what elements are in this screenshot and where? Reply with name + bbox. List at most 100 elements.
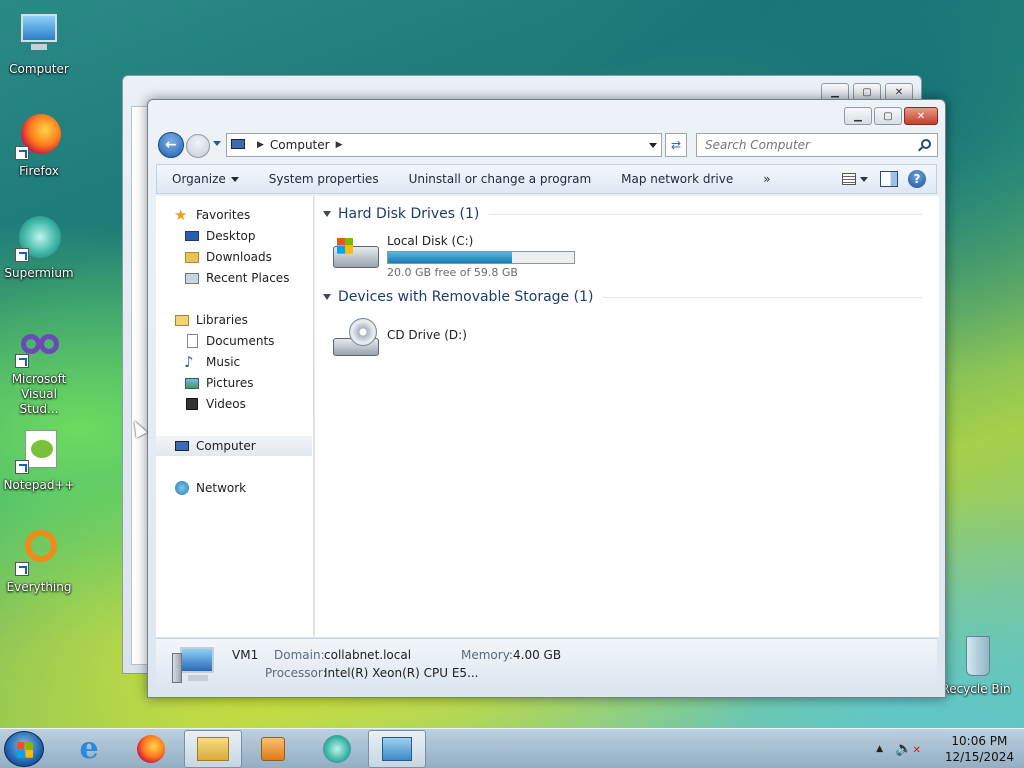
nav-item-favorites[interactable]: ★ Favorites [174, 205, 250, 225]
breadcrumb-separator-icon[interactable]: ▶ [257, 140, 264, 150]
search-input[interactable] [705, 138, 915, 152]
desktop-icon-label: Microsoft Visual Stud... [11, 372, 67, 416]
more-commands-button[interactable]: » [748, 164, 785, 194]
collapse-triangle-icon[interactable] [323, 211, 331, 217]
computer-icon [231, 139, 247, 151]
content-pane: Hard Disk Drives (1) Local Disk (C:) 20.… [315, 196, 939, 637]
taskbar-supermium[interactable] [308, 730, 366, 768]
drive-name: CD Drive (D:) [387, 328, 467, 342]
memory-value: 4.00 GB [513, 648, 562, 662]
show-hidden-icons-icon[interactable]: ▲ [876, 744, 883, 754]
group-header-hard-disks[interactable]: Hard Disk Drives (1) [323, 206, 923, 222]
nav-item-videos[interactable]: Videos [184, 394, 246, 414]
change-view-button[interactable] [840, 169, 870, 189]
drive-local-disk-c[interactable]: Local Disk (C:) 20.0 GB free of 59.8 GB [333, 232, 575, 279]
view-icon [842, 173, 856, 185]
pictures-icon [184, 375, 200, 391]
help-button[interactable]: ? [908, 170, 926, 188]
notepadpp-icon [15, 426, 63, 474]
help-icon: ? [913, 172, 921, 186]
recent-places-icon [184, 270, 200, 286]
chevron-down-icon [860, 177, 868, 182]
group-header-removable[interactable]: Devices with Removable Storage (1) [323, 289, 923, 305]
memory-label: Memory: [461, 648, 513, 662]
back-button[interactable]: ← [158, 132, 184, 158]
collapse-triangle-icon[interactable] [323, 294, 331, 300]
processor-value: Intel(R) Xeon(R) CPU E5... [324, 666, 479, 680]
desktop-icon-label: Notepad++ [3, 478, 75, 492]
desktop-icon-label: Recycle Bin [941, 682, 1011, 696]
refresh-icon: ⇄ [670, 138, 682, 152]
media-player-icon [261, 737, 285, 761]
map-network-drive-button[interactable]: Map network drive [606, 164, 748, 194]
start-button[interactable] [4, 731, 44, 767]
internet-explorer-icon: e [79, 731, 99, 766]
taskbar-internet-explorer[interactable]: e [60, 730, 118, 768]
taskbar-media-player[interactable] [244, 730, 302, 768]
music-icon: ♪ [184, 353, 194, 371]
nav-item-downloads[interactable]: Downloads [184, 247, 272, 267]
uninstall-program-button[interactable]: Uninstall or change a program [394, 164, 607, 194]
drive-usage-fill [388, 252, 512, 263]
star-icon: ★ [174, 206, 188, 224]
desktop-icon-recycle-bin[interactable]: Recycle Bin [936, 632, 1016, 697]
recycle-bin-icon [952, 632, 1000, 678]
cd-drive-icon [333, 316, 383, 360]
desktop-icon-notepadpp[interactable]: Notepad++ [0, 426, 78, 493]
desktop-icon-everything[interactable]: Everything [0, 528, 78, 595]
taskbar: e ▲ 🔈✕ 10:06 PM 12/15/2024 [0, 728, 1024, 768]
clock-time: 10:06 PM [951, 734, 1008, 748]
address-dropdown-icon[interactable] [649, 143, 657, 148]
processor-label: Processor: [265, 666, 327, 680]
supermium-icon [15, 214, 63, 262]
drive-name: Local Disk (C:) [387, 234, 474, 248]
breadcrumb-computer[interactable]: Computer [270, 138, 330, 152]
desktop-icon-computer[interactable]: Computer [0, 10, 78, 77]
nav-item-recent-places[interactable]: Recent Places [184, 268, 289, 288]
desktop-icon-label: Firefox [19, 164, 59, 178]
nav-item-documents[interactable]: Documents [184, 331, 274, 351]
search-box[interactable] [696, 133, 938, 157]
navigation-pane: ★ Favorites Desktop Downloads Recent Pla… [156, 196, 314, 637]
nav-item-desktop[interactable]: Desktop [184, 226, 256, 246]
chevron-down-icon [230, 177, 239, 182]
refresh-button[interactable]: ⇄ [665, 133, 687, 157]
computer-icon [15, 10, 63, 58]
search-icon[interactable] [921, 139, 931, 149]
nav-item-computer[interactable]: Computer [156, 436, 312, 456]
hard-drive-icon [333, 232, 383, 276]
organize-button[interactable]: Organize [157, 164, 254, 194]
visual-studio-icon [15, 328, 63, 368]
details-pane: VM1 Domain: collabnet.local Memory: 4.00… [156, 638, 937, 690]
desktop-icon-visual-studio[interactable]: Microsoft Visual Stud... [0, 328, 78, 417]
desktop-icon-firefox[interactable]: Firefox [0, 112, 78, 179]
volume-muted-icon[interactable]: 🔈✕ [895, 741, 921, 757]
preview-pane-button[interactable] [880, 171, 898, 187]
recent-pages-dropdown[interactable] [213, 141, 221, 146]
downloads-folder-icon [184, 249, 200, 265]
nav-item-network[interactable]: Network [174, 478, 246, 498]
system-properties-button[interactable]: System properties [254, 164, 394, 194]
computer-name: VM1 [232, 648, 259, 662]
nav-item-music[interactable]: ♪ Music [184, 352, 240, 372]
forward-button[interactable] [186, 134, 210, 158]
computer-icon [174, 438, 190, 454]
taskbar-control-panel[interactable] [368, 730, 426, 768]
nav-item-libraries[interactable]: Libraries [174, 310, 248, 330]
taskbar-file-explorer[interactable] [184, 730, 242, 768]
computer-icon [172, 645, 218, 685]
drive-cd-d[interactable]: CD Drive (D:) [333, 316, 467, 360]
taskbar-firefox[interactable] [122, 730, 180, 768]
nav-item-pictures[interactable]: Pictures [184, 373, 254, 393]
desktop-icon-supermium[interactable]: Supermium [0, 214, 78, 281]
breadcrumb-separator-icon[interactable]: ▶ [336, 140, 343, 150]
documents-icon [184, 333, 200, 349]
address-bar[interactable]: ▶ Computer ▶ [226, 133, 662, 157]
explorer-window[interactable]: ▁ ▢ ✕ ← ▶ Computer ▶ ⇄ Organize System p… [147, 99, 946, 698]
domain-value: collabnet.local [324, 648, 412, 662]
everything-icon [15, 528, 63, 576]
minimize-button[interactable]: ▁ [844, 107, 872, 125]
clock[interactable]: 10:06 PM 12/15/2024 [945, 733, 1014, 765]
maximize-button[interactable]: ▢ [874, 107, 902, 125]
close-button[interactable]: ✕ [904, 107, 938, 125]
